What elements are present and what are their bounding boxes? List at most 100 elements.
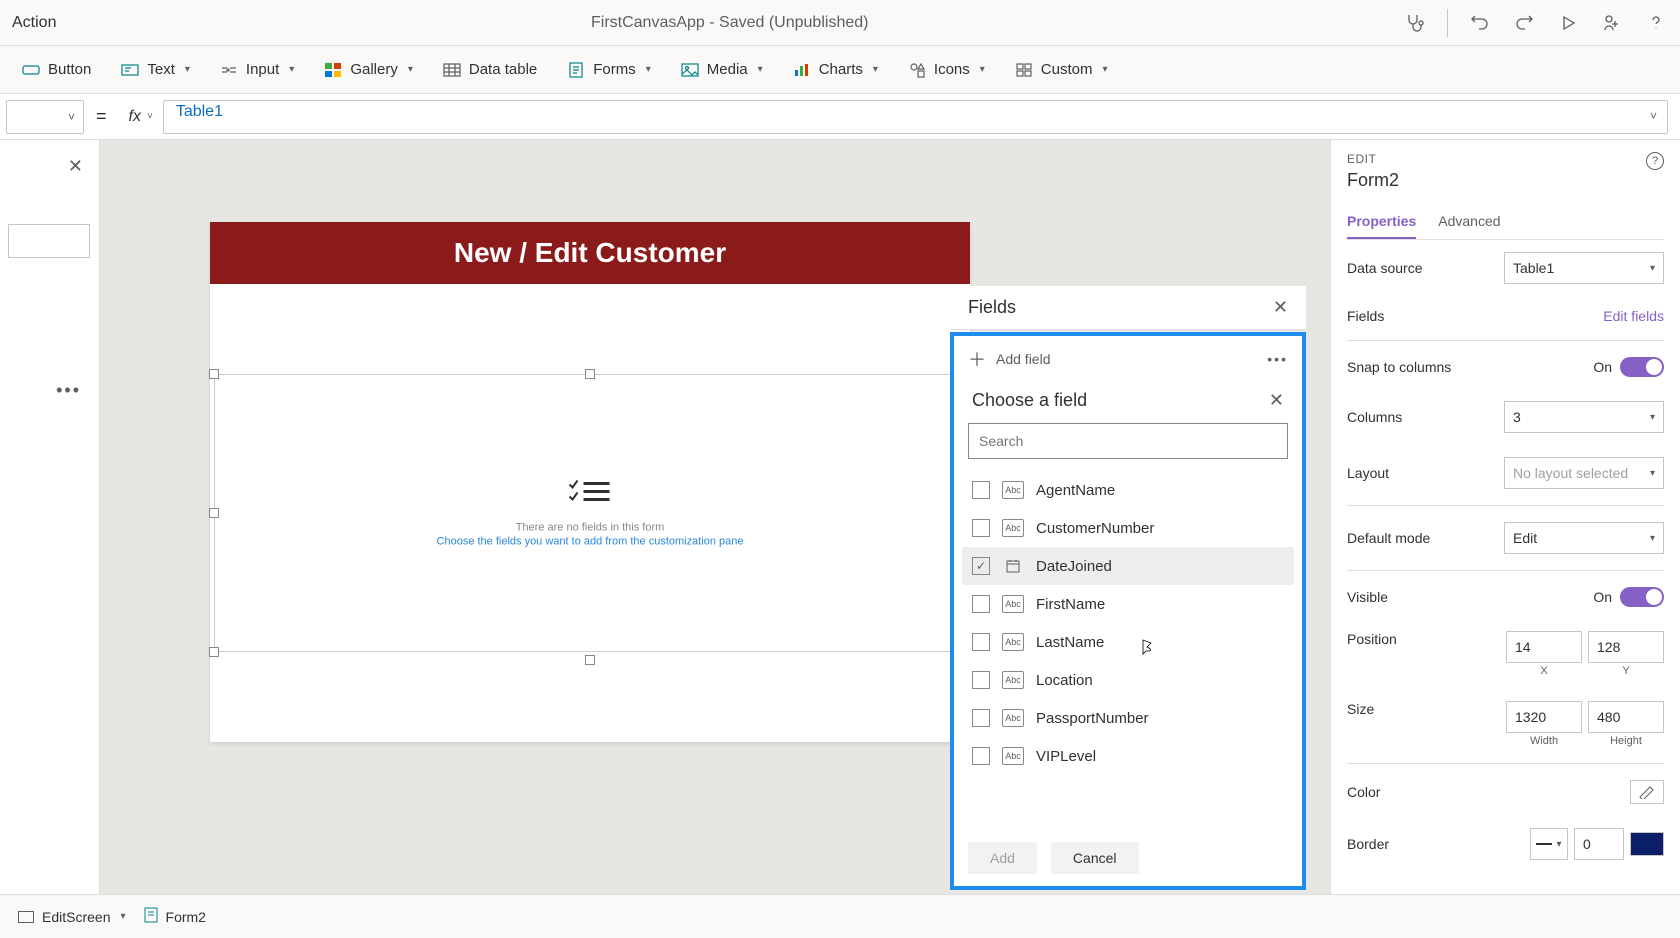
add-field-row[interactable]: ＋ Add field ••• (954, 336, 1302, 382)
more-icon[interactable]: ••• (1267, 351, 1288, 367)
menu-action[interactable]: Action (12, 14, 56, 32)
visible-toggle[interactable] (1620, 587, 1664, 607)
chevron-down-icon: ▾ (873, 64, 878, 75)
fields-flyout: ＋ Add field ••• Choose a field ✕ AbcAgen… (950, 332, 1306, 890)
ribbon-gallery[interactable]: Gallery▾ (314, 55, 423, 85)
equals-sign: = (84, 106, 119, 127)
resize-handle[interactable] (585, 655, 595, 665)
color-picker[interactable] (1630, 780, 1664, 804)
help-icon[interactable] (1644, 11, 1668, 35)
ribbon-button[interactable]: Button (12, 55, 101, 85)
add-button[interactable]: Add (968, 842, 1037, 874)
field-item-viplevel[interactable]: AbcVIPLevel (962, 737, 1294, 775)
text-icon (121, 61, 139, 79)
property-dropdown[interactable]: ˅ (6, 100, 84, 134)
left-tree-pane: ✕ ••• (0, 140, 100, 894)
defaultmode-dropdown[interactable]: Edit▾ (1504, 522, 1664, 554)
chevron-down-icon: ▾ (646, 64, 651, 75)
cancel-button[interactable]: Cancel (1051, 842, 1139, 874)
field-item-lastname[interactable]: AbcLastName (962, 623, 1294, 661)
ribbon-media[interactable]: Media▾ (671, 55, 773, 85)
text-type-icon: Abc (1002, 519, 1024, 537)
share-icon[interactable] (1600, 11, 1624, 35)
checklist-icon (437, 479, 744, 516)
formula-input[interactable]: Table1˅ (163, 100, 1668, 134)
tab-properties[interactable]: Properties (1347, 205, 1416, 239)
checkbox[interactable] (972, 671, 990, 689)
size-label: Size (1347, 701, 1374, 717)
ribbon-charts[interactable]: Charts▾ (783, 55, 888, 85)
ribbon-icons[interactable]: Icons▾ (898, 55, 995, 85)
checkbox[interactable] (972, 747, 990, 765)
position-y-input[interactable]: 128 (1588, 631, 1664, 663)
resize-handle[interactable] (209, 508, 219, 518)
ribbon-text[interactable]: Text▾ (111, 55, 200, 85)
layout-label: Layout (1347, 465, 1389, 481)
border-color-picker[interactable] (1630, 832, 1664, 856)
checkbox[interactable]: ✓ (972, 557, 990, 575)
fx-label[interactable]: fx˅ (119, 108, 163, 126)
breadcrumb-form[interactable]: Form2 (144, 907, 206, 926)
play-icon[interactable] (1556, 11, 1580, 35)
tab-advanced[interactable]: Advanced (1438, 205, 1500, 239)
text-type-icon: Abc (1002, 595, 1024, 613)
field-search-input[interactable] (968, 423, 1288, 459)
chevron-down-icon: ▾ (1102, 64, 1107, 75)
position-x-input[interactable]: 14 (1506, 631, 1582, 663)
resize-handle[interactable] (209, 369, 219, 379)
help-icon[interactable]: ? (1646, 152, 1664, 170)
form-control[interactable]: There are no fields in this form Choose … (214, 374, 966, 652)
field-item-datejoined[interactable]: ✓DateJoined (962, 547, 1294, 585)
datasource-dropdown[interactable]: Table1▾ (1504, 252, 1664, 284)
checkbox[interactable] (972, 633, 990, 651)
position-label: Position (1347, 631, 1397, 647)
checkbox[interactable] (972, 709, 990, 727)
field-name: FirstName (1036, 596, 1105, 613)
snap-label: Snap to columns (1347, 359, 1451, 375)
breadcrumb-screen[interactable]: EditScreen▾ (18, 909, 126, 925)
gallery-icon (324, 61, 342, 79)
app-canvas[interactable]: New / Edit Customer There are no fields … (210, 222, 970, 742)
field-item-firstname[interactable]: Abc FirstName (962, 585, 1294, 623)
border-label: Border (1347, 836, 1389, 852)
visible-label: Visible (1347, 589, 1388, 605)
field-item-passportnumber[interactable]: AbcPassportNumber (962, 699, 1294, 737)
redo-icon[interactable] (1512, 11, 1536, 35)
field-list: AbcAgentNameAbcCustomerNumber✓DateJoined… (954, 467, 1302, 830)
chevron-down-icon[interactable]: ˅ (1650, 109, 1657, 123)
ribbon-input[interactable]: Input▾ (210, 55, 304, 85)
size-height-input[interactable]: 480 (1588, 701, 1664, 733)
checkbox[interactable] (972, 595, 990, 613)
media-icon (681, 61, 699, 79)
more-icon[interactable]: ••• (56, 380, 81, 401)
properties-pane: ? EDIT Form2 Properties Advanced Data so… (1330, 140, 1680, 894)
snap-toggle[interactable] (1620, 357, 1664, 377)
columns-dropdown[interactable]: 3▾ (1504, 401, 1664, 433)
close-icon[interactable]: ✕ (68, 156, 83, 177)
tree-search-input[interactable] (8, 224, 90, 258)
ribbon-forms[interactable]: Forms▾ (557, 55, 661, 85)
border-width-input[interactable]: 0 (1574, 828, 1624, 860)
screen-icon (18, 911, 34, 923)
input-icon (220, 61, 238, 79)
field-item-customernumber[interactable]: AbcCustomerNumber (962, 509, 1294, 547)
layout-dropdown[interactable]: No layout selected▾ (1504, 457, 1664, 489)
stethoscope-icon[interactable] (1403, 11, 1427, 35)
field-item-agentname[interactable]: AbcAgentName (962, 471, 1294, 509)
close-icon[interactable]: ✕ (1269, 390, 1284, 411)
checkbox[interactable] (972, 481, 990, 499)
resize-handle[interactable] (585, 369, 595, 379)
choose-field-title: Choose a field (972, 390, 1087, 411)
checkbox[interactable] (972, 519, 990, 537)
border-style-dropdown[interactable]: ▾ (1530, 828, 1568, 860)
calendar-icon (1002, 557, 1024, 575)
size-width-input[interactable]: 1320 (1506, 701, 1582, 733)
ribbon-custom[interactable]: Custom▾ (1005, 55, 1118, 85)
resize-handle[interactable] (209, 647, 219, 657)
undo-icon[interactable] (1468, 11, 1492, 35)
field-item-location[interactable]: AbcLocation (962, 661, 1294, 699)
ribbon-datatable[interactable]: Data table (433, 55, 547, 85)
text-type-icon: Abc (1002, 709, 1024, 727)
close-icon[interactable]: ✕ (1273, 297, 1288, 318)
edit-fields-link[interactable]: Edit fields (1603, 308, 1664, 324)
